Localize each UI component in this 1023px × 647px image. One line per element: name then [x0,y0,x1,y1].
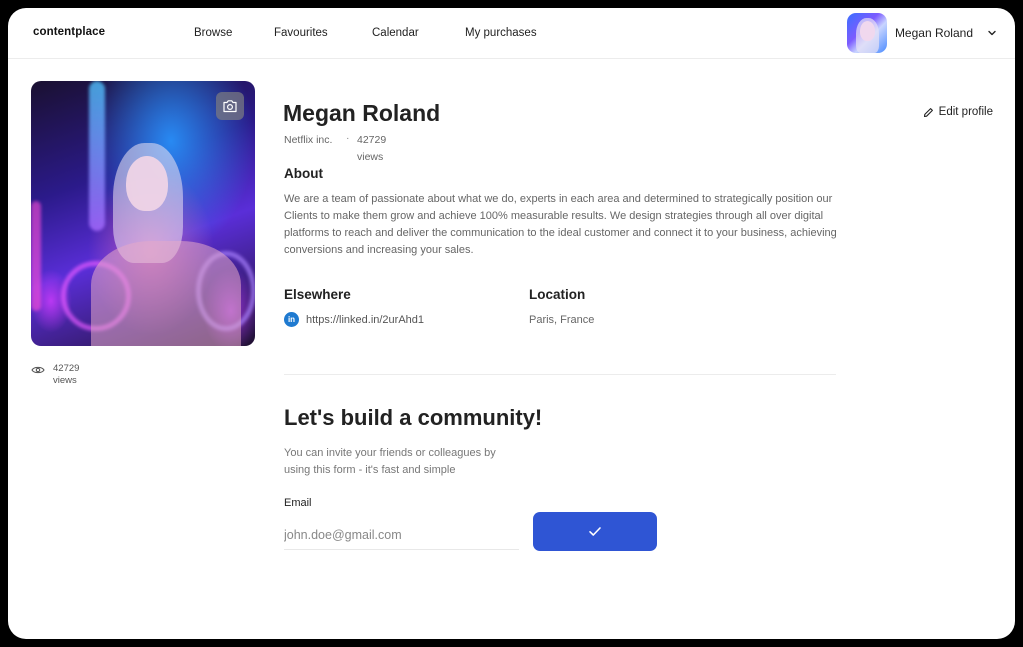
section-divider [284,374,836,375]
location-heading: Location [529,287,586,302]
linkedin-link[interactable]: in https://linked.in/2urAhd1 [284,312,424,327]
avatar [846,13,887,53]
user-name: Megan Roland [894,26,973,40]
meta-separator: · [346,132,350,144]
nav-link-favourites[interactable]: Favourites [274,27,328,39]
app-window: contentplace Browse Favourites Calendar … [8,8,1015,639]
company-name: Netflix inc. [284,134,333,146]
nav-link-browse[interactable]: Browse [194,27,232,39]
linkedin-icon: in [284,312,299,327]
pencil-icon [923,107,933,117]
nav-link-my-purchases[interactable]: My purchases [465,27,537,39]
camera-icon [223,100,237,113]
eye-icon [31,366,45,374]
views-counter: 42729 views [31,363,79,387]
edit-profile-label: Edit profile [938,106,993,118]
community-description: You can invite your friends or colleague… [284,447,496,476]
change-photo-button[interactable] [216,92,244,120]
chevron-down-icon [988,30,996,36]
location-value: Paris, France [529,314,595,326]
profile-photo [31,81,255,346]
nav-link-calendar[interactable]: Calendar [372,27,419,39]
linkedin-url: https://linked.in/2urAhd1 [306,313,425,326]
user-menu[interactable]: Megan Roland [846,13,997,53]
check-icon [589,527,601,536]
elsewhere-heading: Elsewhere [284,287,351,302]
submit-invite-button[interactable] [533,512,657,551]
community-heading: Let's build a community! [284,405,543,430]
email-field[interactable] [284,520,519,550]
views-unit: views [53,375,77,386]
about-text: We are a team of passionate about what w… [284,193,837,256]
logo[interactable]: contentplace [33,26,105,38]
views-count: 42729 [53,363,80,374]
profile-views: 42729 views [357,134,387,163]
email-label: Email [284,497,312,509]
page-title: Megan Roland [283,100,441,126]
about-heading: About [284,166,323,181]
top-nav: contentplace Browse Favourites Calendar … [8,8,1015,59]
edit-profile-button[interactable]: Edit profile [923,106,993,118]
